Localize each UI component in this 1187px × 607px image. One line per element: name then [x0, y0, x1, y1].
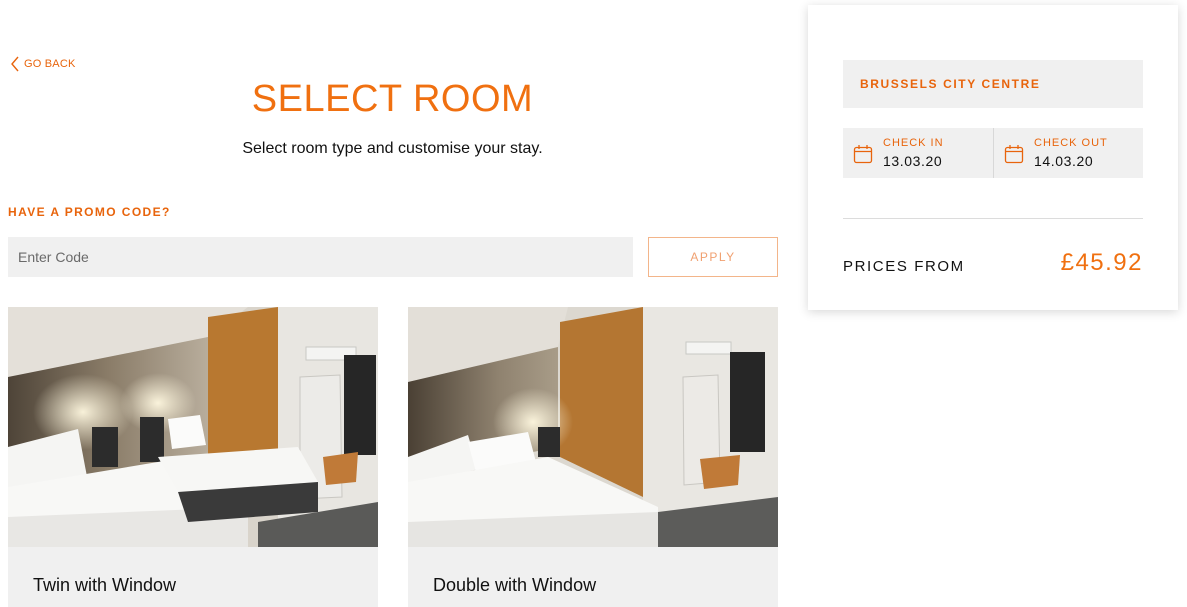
date-selector: CHECK IN 13.03.20 CHECK OUT 14.03.20 — [843, 128, 1143, 178]
check-in-field[interactable]: CHECK IN 13.03.20 — [843, 128, 993, 178]
prices-from-label: PRICES FROM — [843, 258, 965, 275]
chevron-left-icon — [11, 56, 19, 72]
go-back-link[interactable]: GO BACK — [10, 56, 76, 72]
room-card-twin[interactable]: Twin with Window — [8, 307, 378, 607]
price-value: £45.92 — [1060, 249, 1143, 276]
promo-code-input[interactable] — [8, 237, 633, 277]
location-selector[interactable]: BRUSSELS CITY CENTRE — [843, 60, 1143, 108]
room-photo-twin — [8, 307, 378, 547]
promo-code-label: HAVE A PROMO CODE? — [8, 205, 171, 219]
location-name: BRUSSELS CITY CENTRE — [860, 77, 1041, 91]
page-subtitle: Select room type and customise your stay… — [242, 140, 543, 157]
calendar-icon — [853, 145, 873, 164]
room-name: Twin with Window — [33, 575, 177, 595]
calendar-icon — [1004, 145, 1024, 164]
divider — [843, 218, 1143, 219]
check-in-date: 13.03.20 — [883, 153, 943, 169]
check-in-label: CHECK IN — [883, 137, 944, 149]
room-name: Double with Window — [433, 575, 597, 595]
page-title: SELECT ROOM — [251, 78, 534, 120]
room-card-double[interactable]: Double with Window — [408, 307, 778, 607]
apply-button[interactable]: APPLY — [648, 237, 778, 277]
booking-summary-panel: BRUSSELS CITY CENTRE CHECK IN 13.03.20 C… — [808, 5, 1178, 310]
check-out-label: CHECK OUT — [1034, 137, 1108, 149]
go-back-label: GO BACK — [24, 58, 76, 70]
check-out-date: 14.03.20 — [1034, 153, 1094, 169]
room-photo-double — [408, 307, 778, 547]
check-out-field[interactable]: CHECK OUT 14.03.20 — [993, 128, 1143, 178]
